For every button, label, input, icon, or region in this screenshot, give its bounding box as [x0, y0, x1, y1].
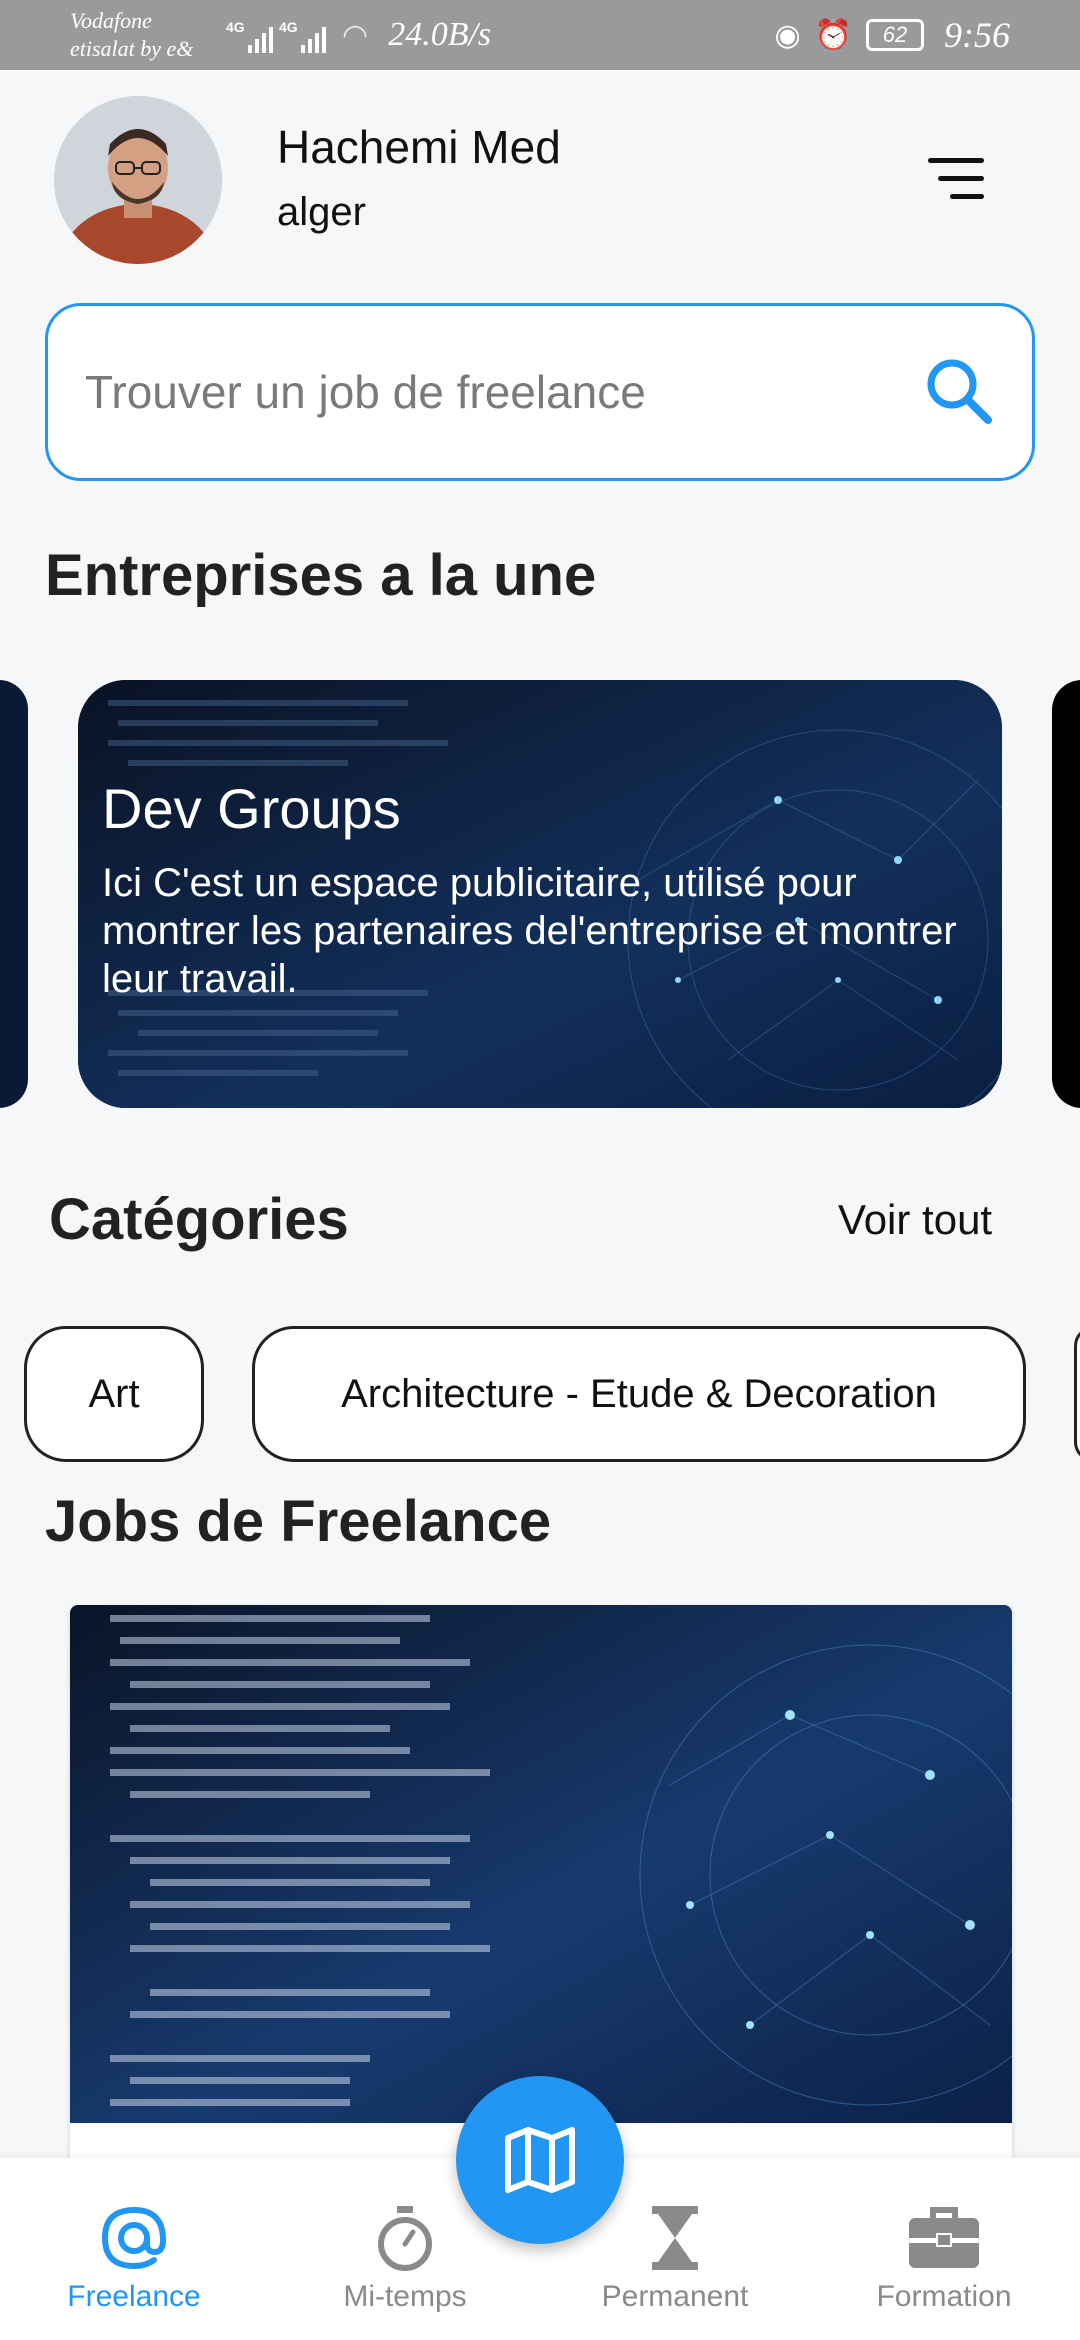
network-speed: 24.0B/s — [388, 16, 492, 53]
carrier-name: Vodafone — [70, 8, 152, 33]
stopwatch-icon — [378, 2206, 432, 2271]
featured-card-description: Ici C'est un espace publicitaire, utilis… — [102, 861, 957, 1001]
categories-section-title: Catégories — [49, 1187, 349, 1252]
nav-label-mi-temps: Mi-temps — [343, 2280, 467, 2313]
jobs-section-title: Jobs de Freelance — [45, 1489, 552, 1554]
avatar[interactable] — [54, 96, 222, 264]
user-name: Hachemi Med — [277, 121, 561, 173]
menu-icon[interactable] — [924, 158, 984, 202]
nav-item-freelance[interactable]: Freelance — [24, 2158, 244, 2340]
category-chip[interactable]: Architecture - Etude & Decoration — [252, 1326, 1026, 1462]
hourglass-icon — [652, 2206, 698, 2270]
nav-label-formation: Formation — [876, 2280, 1012, 2313]
search-bar[interactable] — [45, 303, 1035, 481]
nav-item-formation[interactable]: Formation — [834, 2158, 1054, 2340]
wifi-icon: ◠ — [342, 18, 369, 52]
map-icon — [505, 2127, 575, 2193]
featured-section-title: Entreprises a la une — [45, 543, 597, 608]
carrier-name-secondary: etisalat by e& — [70, 36, 194, 61]
search-icon[interactable] — [920, 352, 1000, 432]
category-chip[interactable]: Art — [24, 1326, 204, 1462]
map-button[interactable] — [456, 2076, 624, 2244]
featured-card-title: Dev Groups — [102, 777, 401, 840]
signal-indicators: 4G 4G ◠ — [226, 18, 369, 53]
nav-label-freelance: Freelance — [67, 2280, 201, 2313]
signal-icon: 4G — [279, 19, 326, 53]
briefcase-icon — [909, 2207, 979, 2268]
carrier-info: Vodafone etisalat by e& — [70, 7, 210, 63]
job-card-image — [70, 1605, 1012, 2123]
featured-card[interactable]: Dev Groups Ici C'est un espace publicita… — [78, 680, 1002, 1108]
see-all-link[interactable]: Voir tout — [838, 1196, 992, 1244]
nav-label-permanent: Permanent — [601, 2280, 749, 2313]
category-chip-partial[interactable] — [1074, 1326, 1080, 1462]
at-icon — [101, 2206, 167, 2270]
search-input[interactable] — [83, 364, 920, 420]
featured-card-previous[interactable] — [0, 680, 28, 1108]
signal-icon: 4G — [226, 19, 273, 53]
featured-card-next[interactable] — [1052, 680, 1080, 1108]
alarm-icon: ⏰ — [814, 18, 852, 52]
battery-icon: 62 — [866, 19, 924, 51]
user-location: alger — [277, 190, 366, 234]
clock: 9:56 — [944, 15, 1010, 55]
status-bar: Vodafone etisalat by e& 4G 4G ◠ 24.0B/s … — [0, 0, 1080, 70]
eye-icon: ◉ — [774, 18, 801, 52]
